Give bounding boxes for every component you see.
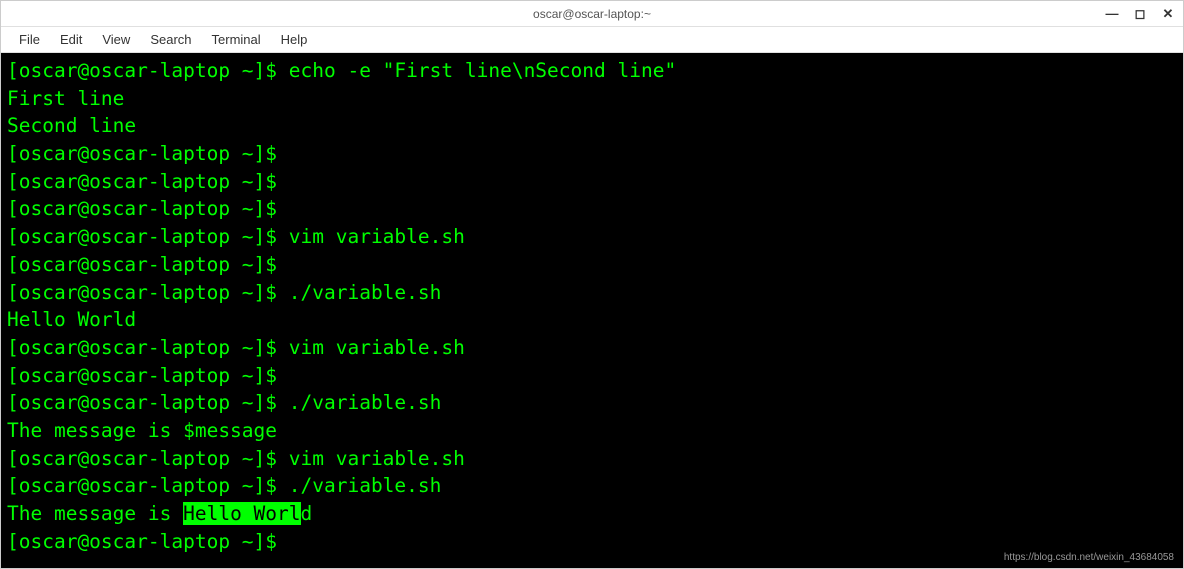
menu-search[interactable]: Search bbox=[142, 29, 199, 50]
window-controls: — ◻ ✕ bbox=[1105, 7, 1175, 21]
menu-help[interactable]: Help bbox=[273, 29, 316, 50]
terminal-line: [oscar@oscar-laptop ~]$ ./variable.sh bbox=[7, 279, 1177, 307]
command-text: ./variable.sh bbox=[289, 474, 442, 497]
menu-file[interactable]: File bbox=[11, 29, 48, 50]
prompt: [oscar@oscar-laptop ~]$ bbox=[7, 281, 289, 304]
menu-edit[interactable]: Edit bbox=[52, 29, 90, 50]
terminal-line: Second line bbox=[7, 112, 1177, 140]
prompt: [oscar@oscar-laptop ~]$ bbox=[7, 197, 289, 220]
terminal-line: The message is $message bbox=[7, 417, 1177, 445]
terminal-line: [oscar@oscar-laptop ~]$ echo -e "First l… bbox=[7, 57, 1177, 85]
terminal-line: [oscar@oscar-laptop ~]$ ./variable.sh bbox=[7, 389, 1177, 417]
terminal-line: [oscar@oscar-laptop ~]$ vim variable.sh bbox=[7, 445, 1177, 473]
terminal-body[interactable]: [oscar@oscar-laptop ~]$ echo -e "First l… bbox=[1, 53, 1183, 568]
terminal-line: Hello World bbox=[7, 306, 1177, 334]
prompt: [oscar@oscar-laptop ~]$ bbox=[7, 142, 289, 165]
terminal-line: [oscar@oscar-laptop ~]$ bbox=[7, 362, 1177, 390]
terminal-line: First line bbox=[7, 85, 1177, 113]
prompt: [oscar@oscar-laptop ~]$ bbox=[7, 474, 289, 497]
output-text: The message is bbox=[7, 502, 183, 525]
terminal-line: [oscar@oscar-laptop ~]$ vim variable.sh bbox=[7, 334, 1177, 362]
command-text: vim variable.sh bbox=[289, 336, 465, 359]
terminal-line: [oscar@oscar-laptop ~]$ ./variable.sh bbox=[7, 472, 1177, 500]
prompt: [oscar@oscar-laptop ~]$ bbox=[7, 336, 289, 359]
command-text: echo -e "First line\nSecond line" bbox=[289, 59, 676, 82]
output-text: d bbox=[301, 502, 313, 525]
selection-highlight: Hello Worl bbox=[183, 502, 300, 525]
prompt: [oscar@oscar-laptop ~]$ bbox=[7, 391, 289, 414]
menubar: File Edit View Search Terminal Help bbox=[1, 27, 1183, 53]
minimize-button[interactable]: — bbox=[1105, 7, 1119, 21]
command-text: ./variable.sh bbox=[289, 281, 442, 304]
close-button[interactable]: ✕ bbox=[1161, 7, 1175, 21]
prompt: [oscar@oscar-laptop ~]$ bbox=[7, 447, 289, 470]
terminal-line: [oscar@oscar-laptop ~]$ bbox=[7, 251, 1177, 279]
terminal-line: [oscar@oscar-laptop ~]$ bbox=[7, 168, 1177, 196]
command-text: vim variable.sh bbox=[289, 447, 465, 470]
menu-view[interactable]: View bbox=[94, 29, 138, 50]
titlebar: oscar@oscar-laptop:~ — ◻ ✕ bbox=[1, 1, 1183, 27]
output-text: First line bbox=[7, 87, 124, 110]
prompt: [oscar@oscar-laptop ~]$ bbox=[7, 364, 289, 387]
terminal-window: oscar@oscar-laptop:~ — ◻ ✕ File Edit Vie… bbox=[0, 0, 1184, 569]
output-text: Hello World bbox=[7, 308, 136, 331]
window-title: oscar@oscar-laptop:~ bbox=[533, 7, 651, 21]
menu-terminal[interactable]: Terminal bbox=[204, 29, 269, 50]
terminal-line: [oscar@oscar-laptop ~]$ bbox=[7, 140, 1177, 168]
maximize-button[interactable]: ◻ bbox=[1133, 7, 1147, 21]
prompt: [oscar@oscar-laptop ~]$ bbox=[7, 225, 289, 248]
prompt: [oscar@oscar-laptop ~]$ bbox=[7, 59, 289, 82]
output-text: Second line bbox=[7, 114, 136, 137]
output-text: The message is $message bbox=[7, 419, 277, 442]
command-text: ./variable.sh bbox=[289, 391, 442, 414]
prompt: [oscar@oscar-laptop ~]$ bbox=[7, 253, 289, 276]
terminal-line: [oscar@oscar-laptop ~]$ bbox=[7, 195, 1177, 223]
prompt: [oscar@oscar-laptop ~]$ bbox=[7, 530, 289, 553]
command-text: vim variable.sh bbox=[289, 225, 465, 248]
terminal-line: [oscar@oscar-laptop ~]$ vim variable.sh bbox=[7, 223, 1177, 251]
terminal-line: [oscar@oscar-laptop ~]$ bbox=[7, 528, 1177, 556]
watermark: https://blog.csdn.net/weixin_43684058 bbox=[1004, 552, 1174, 563]
prompt: [oscar@oscar-laptop ~]$ bbox=[7, 170, 289, 193]
terminal-line: The message is Hello World bbox=[7, 500, 1177, 528]
